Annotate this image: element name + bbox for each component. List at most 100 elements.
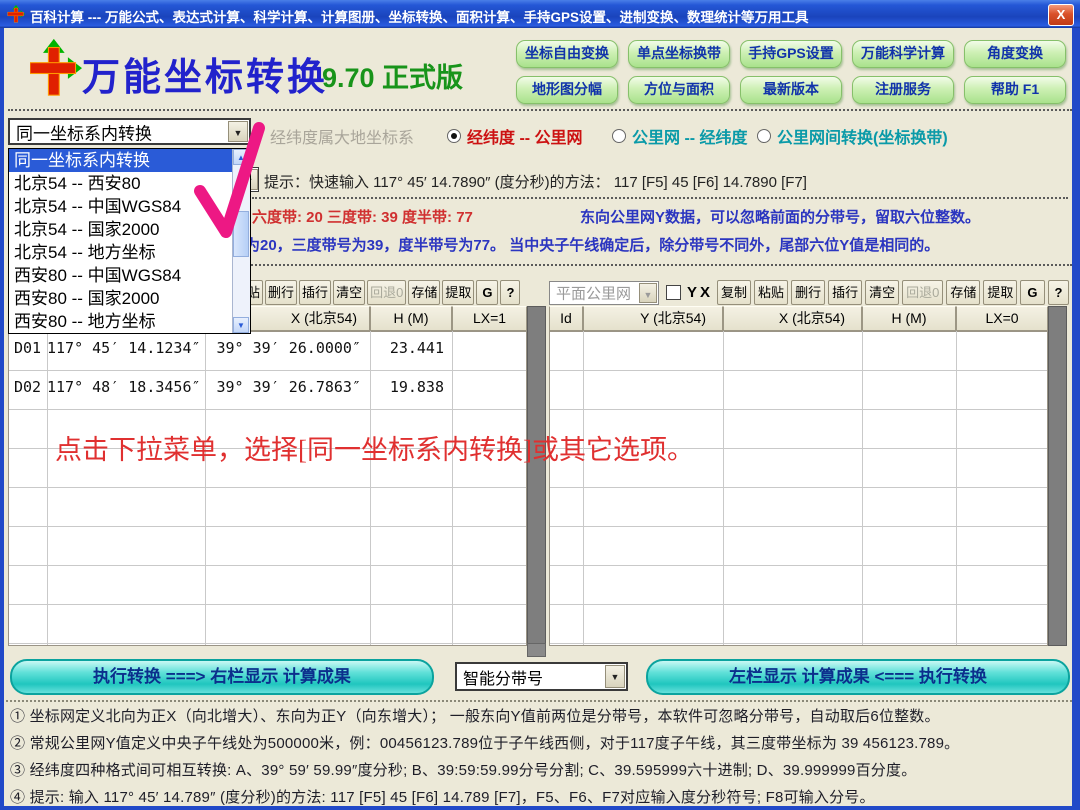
chevron-down-icon[interactable]: ▼ [228,121,248,142]
execute-left-button[interactable]: 执行转换 ===> 右栏显示 计算成果 [10,659,434,695]
radio-grid-to-latlon[interactable]: 公里网 -- 经纬度 [612,124,748,148]
gridline [862,331,863,645]
axis-y-label: Y [687,284,697,301]
window-title: 百科计算 --- 万能公式、表达式计算、科学计算、计算图册、坐标转换、面积计算、… [30,6,809,26]
load-button[interactable]: 提取 [983,280,1017,305]
dropdown-option[interactable]: 北京54 -- 中国WGS84 [9,195,233,218]
help-button[interactable]: ? [1048,280,1070,305]
gridline [956,331,957,645]
btn-handheld-gps[interactable]: 手持GPS设置 [740,40,842,68]
dropdown-option[interactable]: 同一坐标系内转换 [9,149,233,172]
clear-button[interactable]: 清空 [333,280,365,305]
radio-grid-to-grid-label: 公里网间转换(坐标换带) [777,124,948,148]
cell-y[interactable]: 117° 45′ 14.1234″ [47,339,199,357]
band-mode-combobox[interactable]: 智能分带号 ▼ [455,662,628,691]
btn-map-sheet[interactable]: 地形图分幅 [516,76,618,104]
radio-grid-to-grid[interactable]: 公里网间转换(坐标换带) [757,124,948,148]
cell-h[interactable]: 19.838 [370,378,444,396]
app-title: 万能坐标转换 [82,46,328,101]
quick-input-tip: 提示：快速输入 117° 45′ 14.7890″ (度分秒)的方法： 117 … [264,171,807,192]
divider [6,700,1072,702]
insert-row-button[interactable]: 插行 [299,280,331,305]
dropdown-scrollbar[interactable]: ▲ ▼ [232,149,250,333]
btn-register[interactable]: 注册服务 [852,76,954,104]
cell-id[interactable]: D01 [14,339,41,357]
btn-single-point-zone[interactable]: 单点坐标换带 [628,40,730,68]
btn-azimuth-area[interactable]: 方位与面积 [628,76,730,104]
left-col-h[interactable]: H (M) [370,306,452,331]
cell-id[interactable]: D02 [14,378,41,396]
gridline [723,331,724,645]
dropdown-option[interactable]: 北京54 -- 国家2000 [9,218,233,241]
right-datatype-combobox: 平面公里网 ▼ [549,281,659,305]
scrollbar-thumb[interactable] [233,211,249,257]
titlebar: 百科计算 --- 万能公式、表达式计算、科学计算、计算图册、坐标转换、面积计算、… [0,0,1080,28]
insert-row-button[interactable]: 插行 [828,280,862,305]
axis-x-label: X [700,284,710,301]
cell-x[interactable]: 39° 39′ 26.7863″ [205,378,361,396]
gridline [583,331,584,645]
right-col-x[interactable]: X (北京54) [723,306,862,331]
right-col-h[interactable]: H (M) [862,306,956,331]
window-border-bottom [0,806,1080,810]
right-col-id[interactable]: Id [549,306,583,331]
divider [252,197,1068,199]
btn-coord-free-transform[interactable]: 坐标自由变换 [516,40,618,68]
right-col-lx[interactable]: LX=0 [956,306,1048,331]
close-button[interactable]: X [1048,4,1074,26]
radio-latlon-to-grid[interactable]: 经纬度 -- 公里网 [447,124,583,148]
app-logo [30,38,82,96]
band-note-1: 东向公里网Y数据，可以忽略前面的分带号，留取六位整数。 [580,206,980,227]
right-toolbar: 平面公里网 ▼ Y X 复制 粘贴 删行 插行 清空 回退0 存储 提取 G ? [549,280,1048,305]
cell-h[interactable]: 23.441 [370,339,444,357]
band-note-2: 为20，三度带号为39，度半带号为77。 当中央子午线确定后，除分带号不同外，尾… [245,234,939,255]
dropdown-option[interactable]: 北京54 -- 西安80 [9,172,233,195]
g-button[interactable]: G [1020,280,1044,305]
yx-swap-checkbox[interactable] [666,285,681,300]
undo-button: 回退0 [367,280,406,305]
footer-tip-4: ④ 提示: 输入 117° 45′ 14.789″ (度分秒)的方法: 117 … [10,786,875,807]
footer-tip-3: ③ 经纬度四种格式间可相互转换: A、39° 59′ 59.99″度分秒; B、… [10,759,916,780]
right-col-y[interactable]: Y (北京54) [583,306,723,331]
dropdown-option[interactable]: 西安80 -- 中国WGS84 [9,264,233,287]
scroll-down-icon[interactable]: ▼ [233,317,249,333]
clear-button[interactable]: 清空 [865,280,899,305]
cell-y[interactable]: 117° 48′ 18.3456″ [47,378,199,396]
execute-right-button[interactable]: 左栏显示 计算成果 <=== 执行转换 [646,659,1070,695]
btn-latest-version[interactable]: 最新版本 [740,76,842,104]
save-button[interactable]: 存储 [946,280,980,305]
app-icon [7,5,25,23]
btn-angle-transform[interactable]: 角度变换 [964,40,1066,68]
window-border-right [1072,28,1080,810]
radio-latlon-to-grid-label: 经纬度 -- 公里网 [467,124,583,148]
scroll-up-icon[interactable]: ▲ [233,149,249,165]
load-button[interactable]: 提取 [442,280,474,305]
conversion-mode-value: 同一坐标系内转换 [16,119,152,144]
chevron-down-icon: ▼ [639,283,657,303]
g-button[interactable]: G [476,280,498,305]
save-button[interactable]: 存储 [408,280,440,305]
right-table-scrollbar[interactable] [1048,306,1067,646]
btn-scientific-calc[interactable]: 万能科学计算 [852,40,954,68]
delete-row-button[interactable]: 删行 [791,280,825,305]
paste-button[interactable]: 粘贴 [754,280,788,305]
window-border-left [0,28,4,810]
footer-tip-2: ② 常规公里网Y值定义中央子午线处为500000米，例：00456123.789… [10,732,959,753]
left-col-lx[interactable]: LX=1 [452,306,527,331]
conversion-mode-combobox[interactable]: 同一坐标系内转换 ▼ [8,118,251,145]
btn-help[interactable]: 帮助 F1 [964,76,1066,104]
delete-row-button[interactable]: 删行 [265,280,297,305]
help-button[interactable]: ? [500,280,520,305]
geodetic-note-label: 经纬度属大地坐标系 [270,124,414,148]
band-numbers: 六度带: 20 三度带: 39 度半带: 77 [252,206,473,227]
dropdown-option[interactable]: 西安80 -- 国家2000 [9,287,233,310]
splitter-handle[interactable] [527,643,546,657]
left-table-scrollbar[interactable] [527,306,546,646]
right-table[interactable] [549,331,1048,646]
dropdown-option[interactable]: 北京54 -- 地方坐标 [9,241,233,264]
dropdown-option[interactable]: 西安80 -- 地方坐标 [9,310,233,333]
cell-x[interactable]: 39° 39′ 26.0000″ [205,339,361,357]
header-buttons: 坐标自由变换 单点坐标换带 手持GPS设置 万能科学计算 角度变换 地形图分幅 … [516,40,1066,104]
chevron-down-icon[interactable]: ▼ [605,665,625,688]
copy-button[interactable]: 复制 [717,280,751,305]
